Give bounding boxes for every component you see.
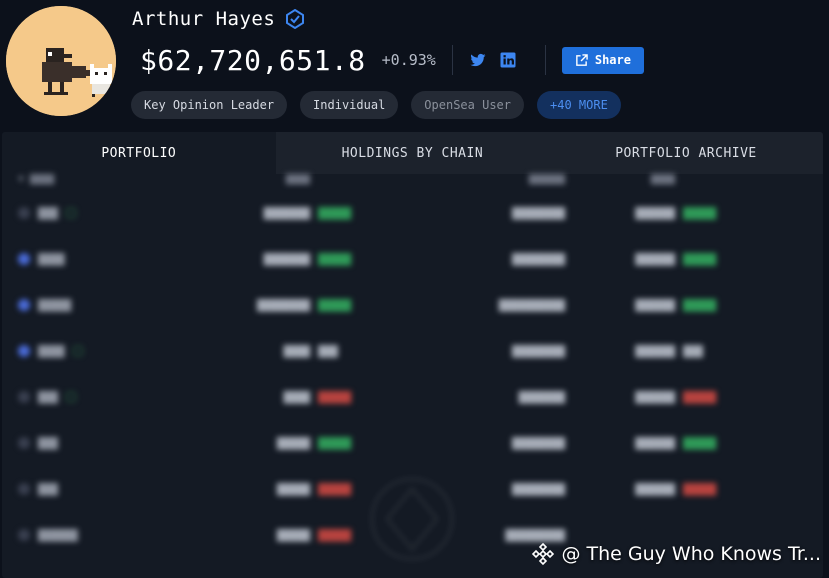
portfolio-tabs: PORTFOLIO HOLDINGS BY CHAIN PORTFOLIO AR…: [2, 132, 823, 174]
tab-portfolio-archive[interactable]: PORTFOLIO ARCHIVE: [549, 132, 823, 174]
avatar: [6, 6, 116, 116]
holdings-table-blurred: ▼ ████ ████ ██████ ████ ███ ███████ ████…: [2, 174, 823, 561]
more-tags-button[interactable]: +40 MORE: [537, 91, 621, 119]
tag-individual[interactable]: Individual: [300, 91, 399, 119]
tag-key-opinion-leader[interactable]: Key Opinion Leader: [131, 91, 288, 119]
profile-tags: Key Opinion Leader Individual OpenSea Us…: [131, 91, 621, 119]
watermark-text: @ The Guy Who Knows Tr...: [561, 543, 821, 565]
divider: [451, 45, 453, 75]
tag-opensea-user[interactable]: OpenSea User: [411, 91, 524, 119]
faint-logo-icon: [370, 477, 454, 561]
profile-page: Arthur Hayes $62,720,651.8 +0.93% Share …: [0, 0, 829, 578]
source-watermark: @ The Guy Who Knows Tr...: [531, 540, 821, 568]
linkedin-icon[interactable]: [499, 51, 517, 69]
pixel-art-avatar-icon: [6, 6, 116, 116]
table-header: ▼ ████ ████ ██████ ████: [18, 174, 675, 185]
verified-badge-icon: [285, 8, 305, 30]
tab-holdings-by-chain[interactable]: HOLDINGS BY CHAIN: [275, 132, 550, 174]
table-row: ████ ████ ███ ████████ ██████ ███: [18, 328, 807, 374]
twitter-icon[interactable]: [469, 51, 487, 69]
binance-logo-icon: [532, 542, 555, 566]
table-row: ███ ████ █████ ███████ ██████ █████: [18, 374, 807, 420]
share-button[interactable]: Share: [561, 46, 644, 74]
table-row: ███ █████ █████ ████████ ██████ █████: [18, 420, 807, 466]
table-row: ████ ███████ █████ ████████ ██████ █████: [18, 236, 807, 282]
balance-change: +0.93%: [381, 51, 436, 69]
balance-row: $62,720,651.8 +0.93% Share: [140, 42, 644, 78]
table-row: ███ ███████ █████ ████████ ██████ █████: [18, 190, 807, 236]
profile-name: Arthur Hayes: [132, 8, 276, 30]
external-link-icon: [576, 53, 588, 66]
portfolio-panel: PORTFOLIO HOLDINGS BY CHAIN PORTFOLIO AR…: [2, 132, 823, 578]
portfolio-balance: $62,720,651.8: [140, 43, 366, 77]
table-row: █████ ████████ █████ ██████████ ██████ █…: [18, 282, 807, 328]
divider: [544, 45, 546, 75]
tab-portfolio[interactable]: PORTFOLIO: [2, 132, 276, 174]
profile-name-row: Arthur Hayes: [132, 8, 305, 30]
share-button-label: Share: [594, 53, 631, 67]
